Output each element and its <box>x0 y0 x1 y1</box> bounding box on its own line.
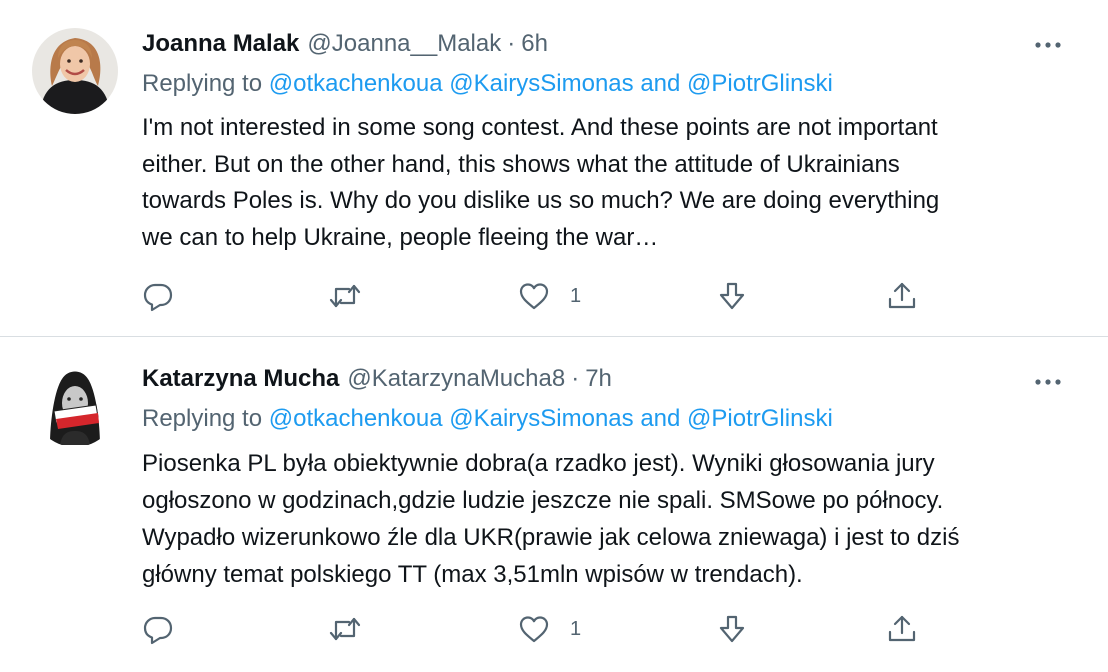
tweet-header: Joanna Malak @Joanna__Malak · 6h <box>142 30 548 60</box>
avatar[interactable] <box>32 28 118 114</box>
separator-dot: · <box>507 30 516 57</box>
reply-icon <box>143 616 173 645</box>
like-count: 1 <box>570 284 582 307</box>
like-icon <box>519 283 549 310</box>
like-icon <box>519 616 549 643</box>
more-icon <box>1035 42 1061 48</box>
avatar[interactable] <box>32 361 118 447</box>
like-button[interactable]: 1 <box>518 611 581 647</box>
tweet-text-line: główny temat polskiego TT (max 3,51mln w… <box>142 561 803 588</box>
timestamp[interactable]: 7h <box>585 365 612 393</box>
like-count: 1 <box>570 617 582 640</box>
user-handle[interactable]: @KatarzynaMucha8 <box>347 365 565 393</box>
download-icon <box>719 282 745 310</box>
tweet-text-line: I'm not interested in some song contest.… <box>142 114 938 141</box>
tweet-text: Piosenka PL była obiektywnie dobra(a rza… <box>142 445 1082 593</box>
timestamp[interactable]: 6h <box>521 30 548 58</box>
reply-icon <box>143 283 173 312</box>
mention-link[interactable]: @KairysSimonas <box>449 70 633 97</box>
display-name[interactable]: Katarzyna Mucha <box>142 365 339 393</box>
mention-link[interactable]: @PiotrGlinski <box>687 70 833 97</box>
replying-to-line: Replying to @otkachenkoua @KairysSimonas… <box>142 405 833 433</box>
download-icon <box>719 615 745 643</box>
display-name[interactable]: Joanna Malak <box>142 30 299 58</box>
tweet-header: Katarzyna Mucha @KatarzynaMucha8 · 7h <box>142 365 612 395</box>
share-button[interactable] <box>886 611 918 647</box>
tweet-actions: 1 <box>142 611 942 647</box>
reply-button[interactable] <box>142 611 174 647</box>
avatar-illustration-icon <box>32 361 118 447</box>
tweet-text-line: ogłoszono w godzinach,gdzie ludzie jeszc… <box>142 487 944 514</box>
mention-link[interactable]: @otkachenkoua <box>269 405 443 432</box>
more-icon <box>1035 379 1061 385</box>
tweet-text-line: Wypadło wizerunkowo źle dla UKR(prawie j… <box>142 524 960 551</box>
reply-button[interactable] <box>142 278 174 314</box>
tweet-text-line: we can to help Ukraine, people fleeing t… <box>142 223 659 251</box>
mention-joiner[interactable]: and <box>640 70 680 97</box>
tweet[interactable]: Joanna Malak @Joanna__Malak · 6h Replyin… <box>0 0 1108 336</box>
user-handle[interactable]: @Joanna__Malak <box>307 30 501 58</box>
retweet-icon <box>329 617 361 641</box>
retweet-button[interactable] <box>328 278 362 314</box>
separator-dot: · <box>571 365 580 392</box>
replying-to-label: Replying to <box>142 70 263 97</box>
share-button[interactable] <box>886 278 918 314</box>
download-button[interactable] <box>716 278 748 314</box>
retweet-icon <box>329 284 361 308</box>
mention-joiner[interactable]: and <box>640 405 680 432</box>
tweet[interactable]: Katarzyna Mucha @KatarzynaMucha8 · 7h Re… <box>0 337 1108 672</box>
download-button[interactable] <box>716 611 748 647</box>
replying-to-line: Replying to @otkachenkoua @KairysSimonas… <box>142 70 833 98</box>
tweet-text-line: towards Poles is. Why do you dislike us … <box>142 187 940 214</box>
share-icon <box>888 615 916 642</box>
more-options-button[interactable] <box>1028 30 1068 60</box>
mention-link[interactable]: @PiotrGlinski <box>687 405 833 432</box>
mention-link[interactable]: @KairysSimonas <box>449 405 633 432</box>
tweet-text: I'm not interested in some song contest.… <box>142 110 1082 256</box>
tweet-actions: 1 <box>142 278 942 314</box>
retweet-button[interactable] <box>328 611 362 647</box>
share-icon <box>888 282 916 309</box>
more-options-button[interactable] <box>1028 367 1068 397</box>
replying-to-label: Replying to <box>142 405 263 432</box>
like-button[interactable]: 1 <box>518 278 581 314</box>
avatar-photo-icon <box>32 28 118 114</box>
mention-link[interactable]: @otkachenkoua <box>269 70 443 97</box>
tweet-text-line: Piosenka PL była obiektywnie dobra(a rza… <box>142 450 935 477</box>
tweet-text-line: either. But on the other hand, this show… <box>142 150 900 178</box>
